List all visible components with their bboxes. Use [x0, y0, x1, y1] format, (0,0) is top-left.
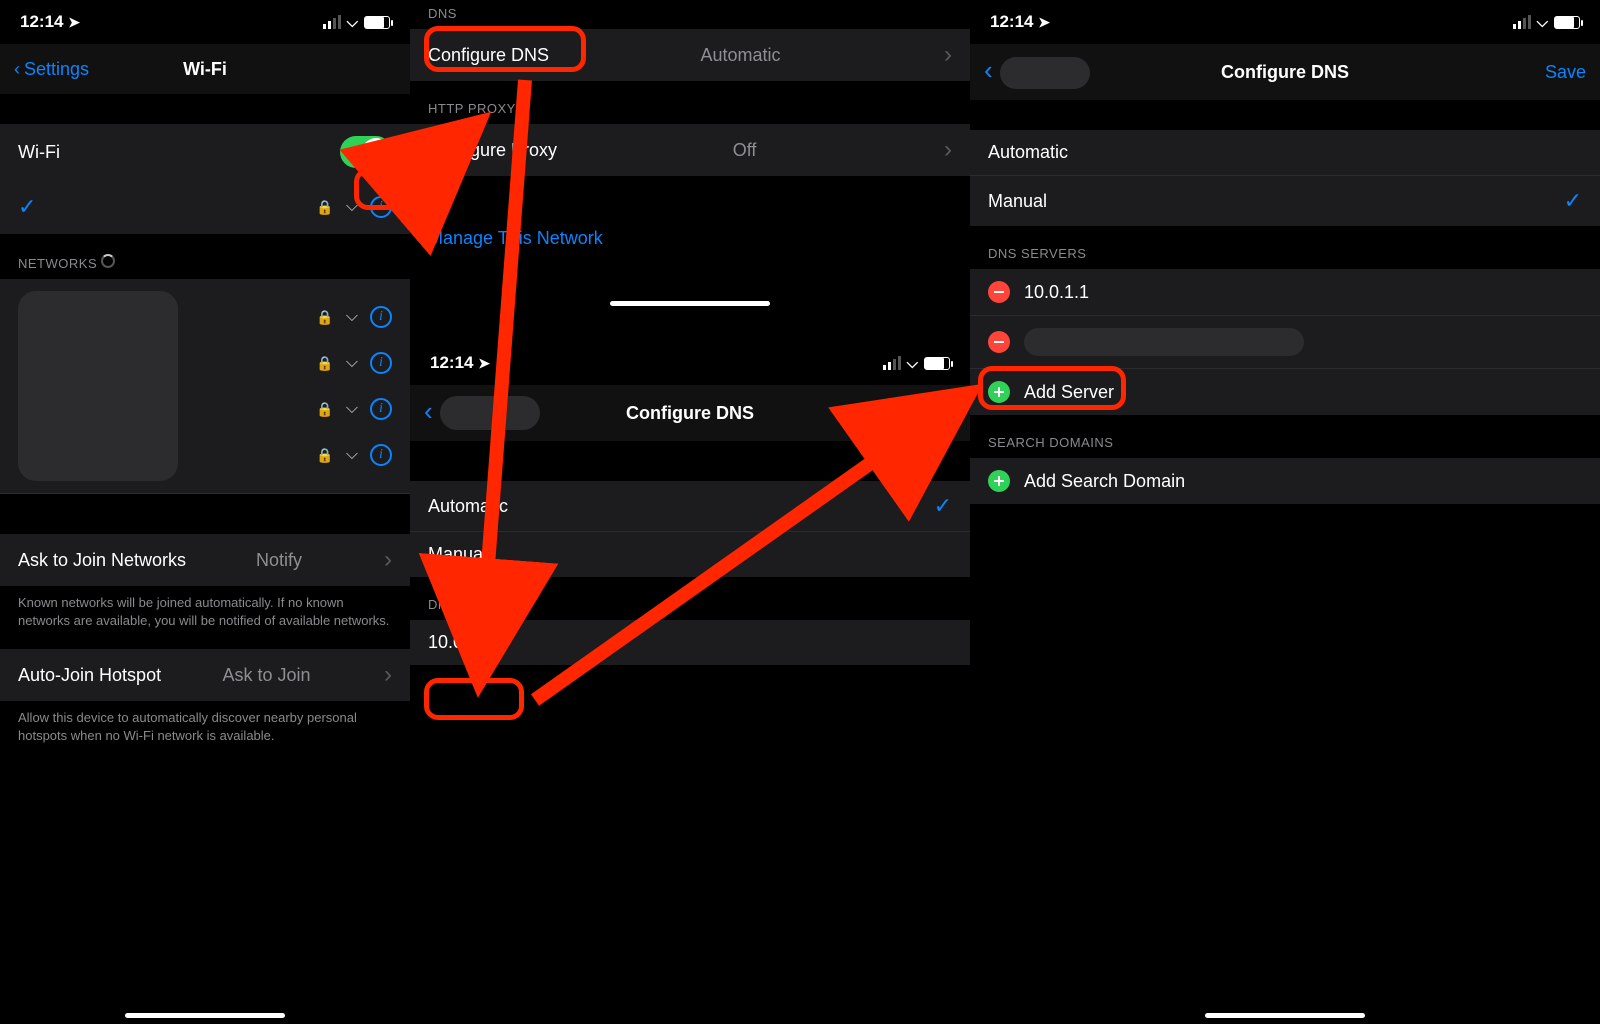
lock-icon: 🔒 — [316, 199, 333, 216]
auto-join-hotspot-row[interactable]: Auto-Join Hotspot Ask to Join — [0, 649, 410, 701]
dns-mode-automatic[interactable]: Automatic ✓ — [410, 481, 970, 532]
configure-dns-label: Configure DNS — [428, 45, 549, 66]
ask-to-join-row[interactable]: Ask to Join Networks Notify — [0, 534, 410, 586]
auto-join-label: Auto-Join Hotspot — [18, 665, 161, 686]
dns-mode-automatic-label: Automatic — [988, 142, 1068, 163]
wifi-icon: ⌵ — [346, 198, 358, 216]
clock: 12:14 — [20, 12, 63, 31]
spinner-icon — [101, 254, 115, 268]
ask-to-join-footer: Known networks will be joined automatica… — [0, 586, 410, 649]
battery-icon — [1554, 16, 1580, 29]
add-search-domain-row[interactable]: Add Search Domain — [970, 458, 1600, 504]
dns-server-row[interactable]: 10.0.1.1 — [410, 620, 970, 665]
cellular-icon — [323, 15, 341, 29]
back-button[interactable]: ‹ — [984, 55, 1090, 88]
home-indicator — [1205, 1013, 1365, 1018]
dns-server-value: 10.0.1.1 — [1024, 282, 1089, 303]
location-icon: ➤ — [478, 355, 490, 371]
wifi-toggle-label: Wi-Fi — [18, 142, 60, 163]
screen-wifi-list: 12:14 ➤ ⌵ ‹ Settings Wi-Fi Wi-Fi ✓ 🔒 ⌵ i — [0, 0, 410, 1024]
dns-server-row[interactable]: 10.0.1.1 — [970, 269, 1600, 316]
info-icon[interactable]: i — [370, 306, 392, 328]
battery-icon — [924, 357, 950, 370]
location-icon: ➤ — [68, 14, 80, 30]
cellular-icon — [883, 356, 901, 370]
nav-bar: ‹ Configure DNS Save — [410, 385, 970, 441]
configure-proxy-row[interactable]: Configure Proxy Off — [410, 124, 970, 176]
configure-dns-value: Automatic — [701, 45, 781, 66]
nav-title: Configure DNS — [1221, 62, 1349, 83]
add-search-domain-label: Add Search Domain — [1024, 471, 1185, 492]
home-indicator — [125, 1013, 285, 1018]
search-domains-header: SEARCH DOMAINS — [970, 415, 1600, 458]
auto-join-footer: Allow this device to automatically disco… — [0, 701, 410, 764]
dns-servers-header: DNS SERVERS — [410, 577, 970, 620]
dns-mode-manual[interactable]: Manual — [410, 532, 970, 577]
dns-server-redacted — [1024, 328, 1304, 356]
dns-mode-automatic[interactable]: Automatic — [970, 130, 1600, 176]
info-icon[interactable]: i — [370, 196, 392, 218]
wifi-toggle[interactable] — [340, 136, 392, 168]
wifi-status-icon: ⌵ — [347, 14, 358, 31]
add-icon[interactable] — [988, 470, 1010, 492]
check-icon: ✓ — [1564, 188, 1582, 214]
configure-proxy-value: Off — [733, 140, 757, 161]
http-proxy-header: HTTP PROXY — [410, 81, 970, 124]
auto-join-value: Ask to Join — [223, 665, 311, 686]
home-indicator — [610, 301, 770, 306]
dns-server-value: 10.0.1.1 — [428, 632, 493, 653]
screen-network-details: DNS Configure DNS Automatic HTTP PROXY C… — [410, 0, 970, 1024]
screen-configure-dns-manual: 12:14 ➤ ⌵ ‹ Configure DNS Save Automatic… — [970, 0, 1600, 1024]
check-icon: ✓ — [934, 493, 952, 519]
dns-mode-manual-label: Manual — [988, 191, 1047, 212]
battery-icon — [364, 16, 390, 29]
save-button[interactable]: Save — [1545, 62, 1586, 83]
wifi-toggle-row[interactable]: Wi-Fi — [0, 124, 410, 180]
back-button[interactable]: ‹ Settings — [14, 59, 89, 80]
nav-title: Wi-Fi — [183, 59, 227, 80]
check-icon: ✓ — [18, 194, 36, 220]
manage-network-link[interactable]: Manage This Network — [428, 228, 603, 249]
delete-icon[interactable] — [988, 331, 1010, 353]
status-bar: 12:14 ➤ ⌵ — [410, 341, 970, 385]
dns-mode-manual[interactable]: Manual ✓ — [970, 176, 1600, 226]
add-server-label: Add Server — [1024, 382, 1114, 403]
back-label-redacted — [1000, 57, 1090, 89]
dns-header: DNS — [410, 0, 970, 29]
ask-to-join-label: Ask to Join Networks — [18, 550, 186, 571]
ssid-redacted — [50, 192, 170, 222]
delete-icon[interactable] — [988, 281, 1010, 303]
configure-proxy-label: Configure Proxy — [428, 140, 557, 161]
info-icon[interactable]: i — [370, 352, 392, 374]
nav-bar: ‹ Configure DNS Save — [970, 44, 1600, 100]
dns-mode-automatic-label: Automatic — [428, 496, 508, 517]
status-bar: 12:14 ➤ ⌵ — [970, 0, 1600, 44]
info-icon[interactable]: i — [370, 444, 392, 466]
cellular-icon — [1513, 15, 1531, 29]
ask-to-join-value: Notify — [256, 550, 302, 571]
add-server-row[interactable]: Add Server — [970, 369, 1600, 415]
connected-network-row[interactable]: ✓ 🔒 ⌵ i — [0, 180, 410, 234]
manage-network-row[interactable]: Manage This Network — [410, 216, 970, 261]
networks-header: NETWORKS — [0, 234, 410, 279]
status-bar: 12:14 ➤ ⌵ — [0, 0, 410, 44]
add-icon[interactable] — [988, 381, 1010, 403]
nav-title: Configure DNS — [626, 403, 754, 424]
info-icon[interactable]: i — [370, 398, 392, 420]
dns-servers-header: DNS SERVERS — [970, 226, 1600, 269]
dns-mode-manual-label: Manual — [428, 544, 487, 565]
back-button[interactable]: ‹ — [424, 396, 540, 430]
dns-server-row[interactable] — [970, 316, 1600, 369]
back-label-redacted — [440, 396, 540, 430]
wifi-status-icon: ⌵ — [1537, 14, 1548, 31]
clock: 12:14 — [990, 12, 1033, 31]
save-button: Save — [915, 403, 956, 424]
configure-dns-row[interactable]: Configure DNS Automatic — [410, 29, 970, 81]
wifi-status-icon: ⌵ — [907, 355, 918, 372]
network-row[interactable]: 🔒⌵i 🔒⌵i 🔒⌵i 🔒⌵i — [0, 279, 410, 494]
location-icon: ➤ — [1038, 14, 1050, 30]
ssid-redacted-block — [18, 291, 178, 481]
nav-bar: ‹ Settings Wi-Fi — [0, 44, 410, 94]
clock: 12:14 — [430, 353, 473, 372]
